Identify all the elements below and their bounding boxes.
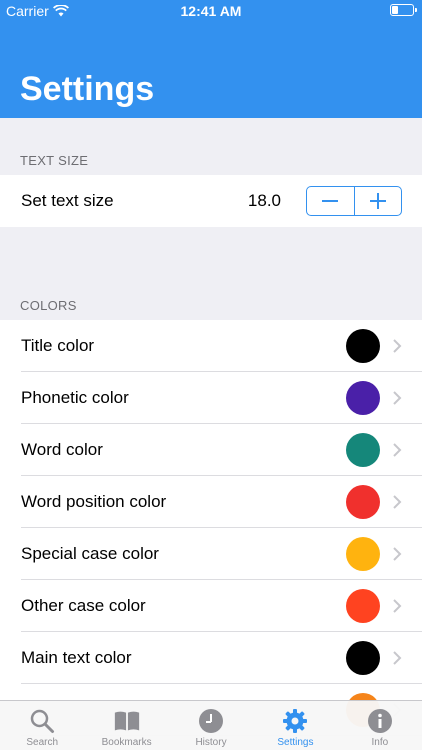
section-header-colors: COLORS	[20, 298, 77, 313]
color-swatch	[346, 329, 380, 363]
tab-settings[interactable]: Settings	[253, 701, 337, 750]
text-size-stepper[interactable]	[306, 186, 402, 216]
tab-label: History	[195, 737, 227, 748]
color-row[interactable]: Main text color	[0, 632, 422, 684]
color-row-label: Word position color	[21, 492, 167, 511]
color-row[interactable]: Word color	[0, 424, 422, 476]
color-row-label: Phonetic color	[21, 388, 129, 407]
minus-icon	[322, 200, 339, 202]
tab-label: Info	[371, 737, 389, 748]
battery-icon	[390, 4, 417, 16]
info-icon	[366, 707, 394, 735]
color-row[interactable]: Other case color	[0, 580, 422, 632]
color-row[interactable]: Word position color	[0, 476, 422, 528]
tab-history[interactable]: History	[169, 701, 253, 750]
chevron-right-icon	[393, 391, 402, 405]
status-time: 12:41 AM	[180, 3, 242, 19]
tab-info[interactable]: Info	[338, 701, 422, 750]
color-row[interactable]: Special case color	[0, 528, 422, 580]
tab-bar: Search Bookmarks History Settings Info	[0, 700, 422, 750]
chevron-right-icon	[393, 599, 402, 613]
chevron-right-icon	[393, 651, 402, 665]
status-bar: Carrier 12:41 AM	[0, 0, 422, 22]
chevron-right-icon	[393, 443, 402, 457]
section-header-text-size: TEXT SIZE	[20, 153, 89, 168]
color-row-label: Other case color	[21, 596, 146, 615]
color-row[interactable]: Title color	[0, 320, 422, 372]
navigation-header: Carrier 12:41 AM Settings	[0, 0, 422, 118]
tab-label: Bookmarks	[101, 737, 152, 748]
tab-search[interactable]: Search	[0, 701, 84, 750]
color-swatch	[346, 641, 380, 675]
tab-label: Settings	[277, 737, 314, 748]
search-icon	[28, 707, 56, 735]
book-icon	[113, 707, 141, 735]
plus-icon	[369, 193, 386, 209]
chevron-right-icon	[393, 339, 402, 353]
color-row[interactable]: Phonetic color	[0, 372, 422, 424]
chevron-right-icon	[393, 547, 402, 561]
tab-label: Search	[26, 737, 59, 748]
color-swatch	[346, 537, 380, 571]
text-size-row: Set text size 18.0	[0, 175, 422, 227]
decrease-button[interactable]	[307, 187, 354, 215]
tab-bookmarks[interactable]: Bookmarks	[84, 701, 168, 750]
color-row-label: Word color	[21, 440, 103, 459]
text-size-value: 18.0	[247, 191, 281, 210]
page-title: Settings	[20, 70, 155, 108]
color-swatch	[346, 433, 380, 467]
color-swatch	[346, 381, 380, 415]
text-size-label: Set text size	[21, 191, 114, 210]
color-swatch	[346, 589, 380, 623]
increase-button[interactable]	[353, 187, 402, 215]
gear-icon	[281, 707, 309, 735]
chevron-right-icon	[393, 495, 402, 509]
color-swatch	[346, 485, 380, 519]
color-row-label: Title color	[21, 336, 95, 355]
color-row-label: Special case color	[21, 544, 159, 563]
clock-icon	[197, 707, 225, 735]
color-row-label: Main text color	[21, 648, 132, 667]
